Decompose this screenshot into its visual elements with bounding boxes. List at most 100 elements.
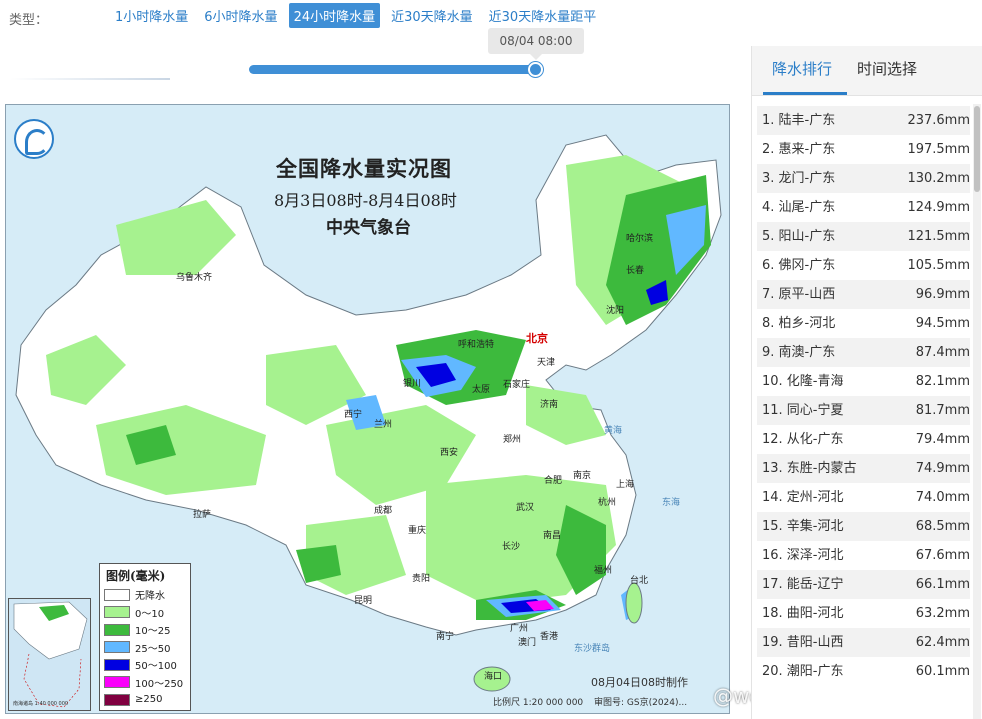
ranking-station: 15. 辛集-河北 bbox=[762, 519, 844, 534]
ranking-tabs: 降水排行 时间选择 bbox=[752, 46, 982, 96]
legend-item: 100～250 bbox=[100, 674, 190, 692]
legend-label: 100～250 bbox=[135, 678, 184, 690]
ranking-row[interactable]: 20. 潮阳-广东 60.1mm bbox=[757, 657, 970, 686]
ranking-row[interactable]: 5. 阳山-广东 121.5mm bbox=[757, 222, 970, 251]
ranking-value: 67.6mm bbox=[915, 548, 970, 563]
city-label: 西宁 bbox=[344, 410, 363, 420]
ranking-row[interactable]: 4. 汕尾-广东 124.9mm bbox=[757, 193, 970, 222]
city-label: 沈阳 bbox=[606, 306, 625, 316]
city-label: 西安 bbox=[440, 448, 459, 458]
ranking-value: 68.5mm bbox=[915, 519, 970, 534]
ranking-value: 74.9mm bbox=[915, 461, 970, 476]
slider-track[interactable] bbox=[249, 65, 539, 74]
ranking-value: 124.9mm bbox=[907, 200, 970, 215]
divider bbox=[10, 78, 170, 80]
tab-time-select[interactable]: 时间选择 bbox=[857, 58, 917, 79]
ranking-station: 13. 东胜-内蒙古 bbox=[762, 461, 857, 476]
south-china-sea-inset: 南海诸岛 1:40 000 000 bbox=[8, 598, 91, 711]
ranking-station: 11. 同心-宁夏 bbox=[762, 403, 844, 418]
ranking-row[interactable]: 10. 化隆-青海 82.1mm bbox=[757, 367, 970, 396]
legend-swatch bbox=[104, 641, 130, 654]
city-label: 呼和浩特 bbox=[458, 340, 495, 350]
legend-swatch bbox=[104, 676, 130, 689]
city-label: 南京 bbox=[573, 471, 592, 481]
ranking-station: 8. 柏乡-河北 bbox=[762, 316, 836, 331]
ranking-station: 9. 南澳-广东 bbox=[762, 345, 836, 360]
city-label: 石家庄 bbox=[503, 380, 531, 390]
legend-item: 10～25 bbox=[100, 621, 190, 639]
ranking-station: 14. 定州-河北 bbox=[762, 490, 844, 505]
type-tab-1[interactable]: 6小时降水量 bbox=[199, 3, 282, 28]
ranking-row[interactable]: 13. 东胜-内蒙古 74.9mm bbox=[757, 454, 970, 483]
legend-item: 无降水 bbox=[100, 586, 190, 604]
ranking-row[interactable]: 15. 辛集-河北 68.5mm bbox=[757, 512, 970, 541]
city-label: 台北 bbox=[630, 576, 649, 586]
type-tabs: 1小时降水量 6小时降水量 24小时降水量 近30天降水量 近30天降水量距平 bbox=[110, 3, 601, 28]
time-tooltip: 08/04 08:00 bbox=[488, 28, 584, 60]
city-label: 济南 bbox=[540, 400, 559, 410]
page: 类型： 1小时降水量 6小时降水量 24小时降水量 近30天降水量 近30天降水量距平 … bbox=[0, 0, 982, 719]
legend-swatch bbox=[104, 623, 130, 636]
ranking-row[interactable]: 8. 柏乡-河北 94.5mm bbox=[757, 309, 970, 338]
city-label: 昆明 bbox=[354, 596, 373, 606]
type-tab-3[interactable]: 近30天降水量 bbox=[386, 3, 478, 28]
legend-swatch bbox=[104, 693, 130, 706]
sea-label: 东沙群岛 bbox=[574, 644, 611, 654]
city-label: 郑州 bbox=[503, 435, 522, 445]
ranking-station: 17. 能岳-辽宁 bbox=[762, 577, 844, 592]
ranking-row[interactable]: 17. 能岳-辽宁 66.1mm bbox=[757, 570, 970, 599]
type-tab-0[interactable]: 1小时降水量 bbox=[110, 3, 193, 28]
legend-title: 图例(毫米) bbox=[106, 569, 166, 583]
city-label: 武汉 bbox=[516, 503, 535, 513]
ranking-value: 81.7mm bbox=[915, 403, 970, 418]
precipitation-map: 全国降水量实况图 8月3日08时-8月4日08时 中央气象台 北京 乌鲁木齐 拉萨… bbox=[5, 104, 730, 714]
ranking-row[interactable]: 6. 佛冈-广东 105.5mm bbox=[757, 251, 970, 280]
ranking-value: 96.9mm bbox=[915, 287, 970, 302]
ranking-station: 4. 汕尾-广东 bbox=[762, 200, 836, 215]
type-tab-4[interactable]: 近30天降水量距平 bbox=[484, 3, 602, 28]
ranking-row[interactable]: 1. 陆丰-广东 237.6mm bbox=[757, 106, 970, 135]
ranking-station: 18. 曲阳-河北 bbox=[762, 606, 844, 621]
city-label: 天津 bbox=[537, 358, 556, 368]
ranking-row[interactable]: 18. 曲阳-河北 63.2mm bbox=[757, 599, 970, 628]
ranking-station: 20. 潮阳-广东 bbox=[762, 664, 844, 679]
ranking-station: 6. 佛冈-广东 bbox=[762, 258, 836, 273]
ranking-row[interactable]: 7. 原平-山西 96.9mm bbox=[757, 280, 970, 309]
time-slider: 08/04 08:00 bbox=[0, 28, 750, 94]
city-label: 南宁 bbox=[436, 632, 455, 642]
legend-item: 25～50 bbox=[100, 639, 190, 657]
legend-label: 10～25 bbox=[135, 626, 171, 638]
ranking-value: 82.1mm bbox=[915, 374, 970, 389]
ranking-row[interactable]: 9. 南澳-广东 87.4mm bbox=[757, 338, 970, 367]
ranking-station: 3. 龙门-广东 bbox=[762, 171, 836, 186]
ranking-station: 5. 阳山-广东 bbox=[762, 229, 836, 244]
city-label: 福州 bbox=[594, 566, 613, 576]
scrollbar-thumb[interactable] bbox=[974, 106, 980, 192]
ranking-row[interactable]: 16. 深泽-河北 67.6mm bbox=[757, 541, 970, 570]
city-label-capital: 北京 bbox=[526, 332, 548, 345]
map-legend: 图例(毫米) 无降水 0～10 10～25 25～50 50～100 100～250 ≥25… bbox=[99, 563, 191, 711]
city-label: 哈尔滨 bbox=[626, 234, 654, 244]
legend-item: ≥250 bbox=[100, 691, 190, 709]
ranking-value: 66.1mm bbox=[915, 577, 970, 592]
inset-map-svg bbox=[13, 601, 88, 708]
tab-precip-rank[interactable]: 降水排行 bbox=[772, 58, 832, 79]
city-label: 香港 bbox=[540, 632, 559, 642]
scrollbar[interactable] bbox=[973, 104, 981, 719]
city-label: 太原 bbox=[472, 385, 491, 395]
ranking-panel: 降水排行 时间选择 1. 陆丰-广东 237.6mm 2. 惠来-广东 197.5mm… bbox=[751, 46, 982, 719]
ranking-value: 121.5mm bbox=[907, 229, 970, 244]
slider-handle[interactable] bbox=[528, 62, 543, 77]
ranking-row[interactable]: 14. 定州-河北 74.0mm bbox=[757, 483, 970, 512]
city-label: 上海 bbox=[616, 480, 635, 490]
ranking-row[interactable]: 11. 同心-宁夏 81.7mm bbox=[757, 396, 970, 425]
type-tab-2[interactable]: 24小时降水量 bbox=[288, 3, 381, 28]
ranking-station: 7. 原平-山西 bbox=[762, 287, 836, 302]
ranking-row[interactable]: 2. 惠来-广东 197.5mm bbox=[757, 135, 970, 164]
ranking-row[interactable]: 19. 昔阳-山西 62.4mm bbox=[757, 628, 970, 657]
city-label: 重庆 bbox=[408, 526, 427, 536]
taiwan-island bbox=[625, 582, 643, 624]
city-label: 杭州 bbox=[598, 498, 617, 508]
ranking-row[interactable]: 12. 从化-广东 79.4mm bbox=[757, 425, 970, 454]
ranking-row[interactable]: 3. 龙门-广东 130.2mm bbox=[757, 164, 970, 193]
